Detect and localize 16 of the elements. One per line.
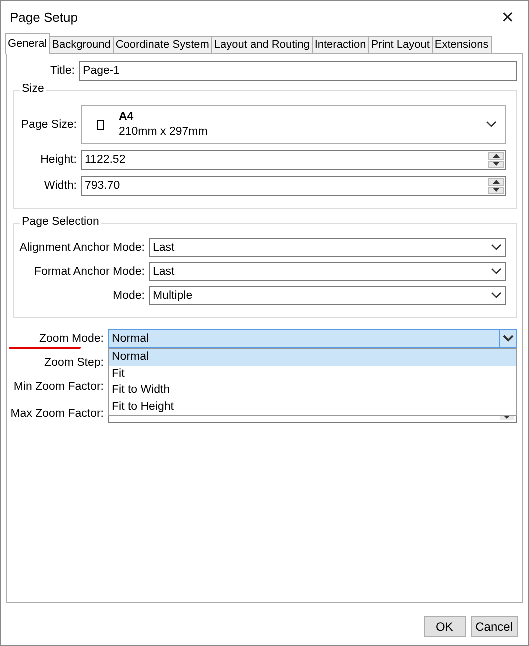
group-heading: Page Selection bbox=[20, 216, 102, 228]
field-label: Height: bbox=[40, 154, 77, 166]
window-title: Page Setup bbox=[10, 10, 78, 24]
field-label: Min Zoom Factor: bbox=[12, 380, 104, 392]
field-label: Zoom Mode: bbox=[38, 332, 104, 344]
field-label: Title: bbox=[50, 65, 75, 77]
field-label: Max Zoom Factor: bbox=[10, 408, 104, 420]
field-label: Width: bbox=[43, 180, 77, 192]
field-label: Alignment Anchor Mode: bbox=[19, 242, 145, 254]
field-label: Format Anchor Mode: bbox=[33, 266, 145, 278]
field-label: Page Size: bbox=[20, 118, 77, 130]
field-label: Zoom Step: bbox=[44, 356, 104, 368]
page-size-dimensions: 210mm x 297mm bbox=[119, 126, 209, 138]
group-heading: Size bbox=[20, 83, 46, 95]
page-size-name: A4 bbox=[119, 111, 135, 123]
field-label: Mode: bbox=[112, 290, 145, 302]
